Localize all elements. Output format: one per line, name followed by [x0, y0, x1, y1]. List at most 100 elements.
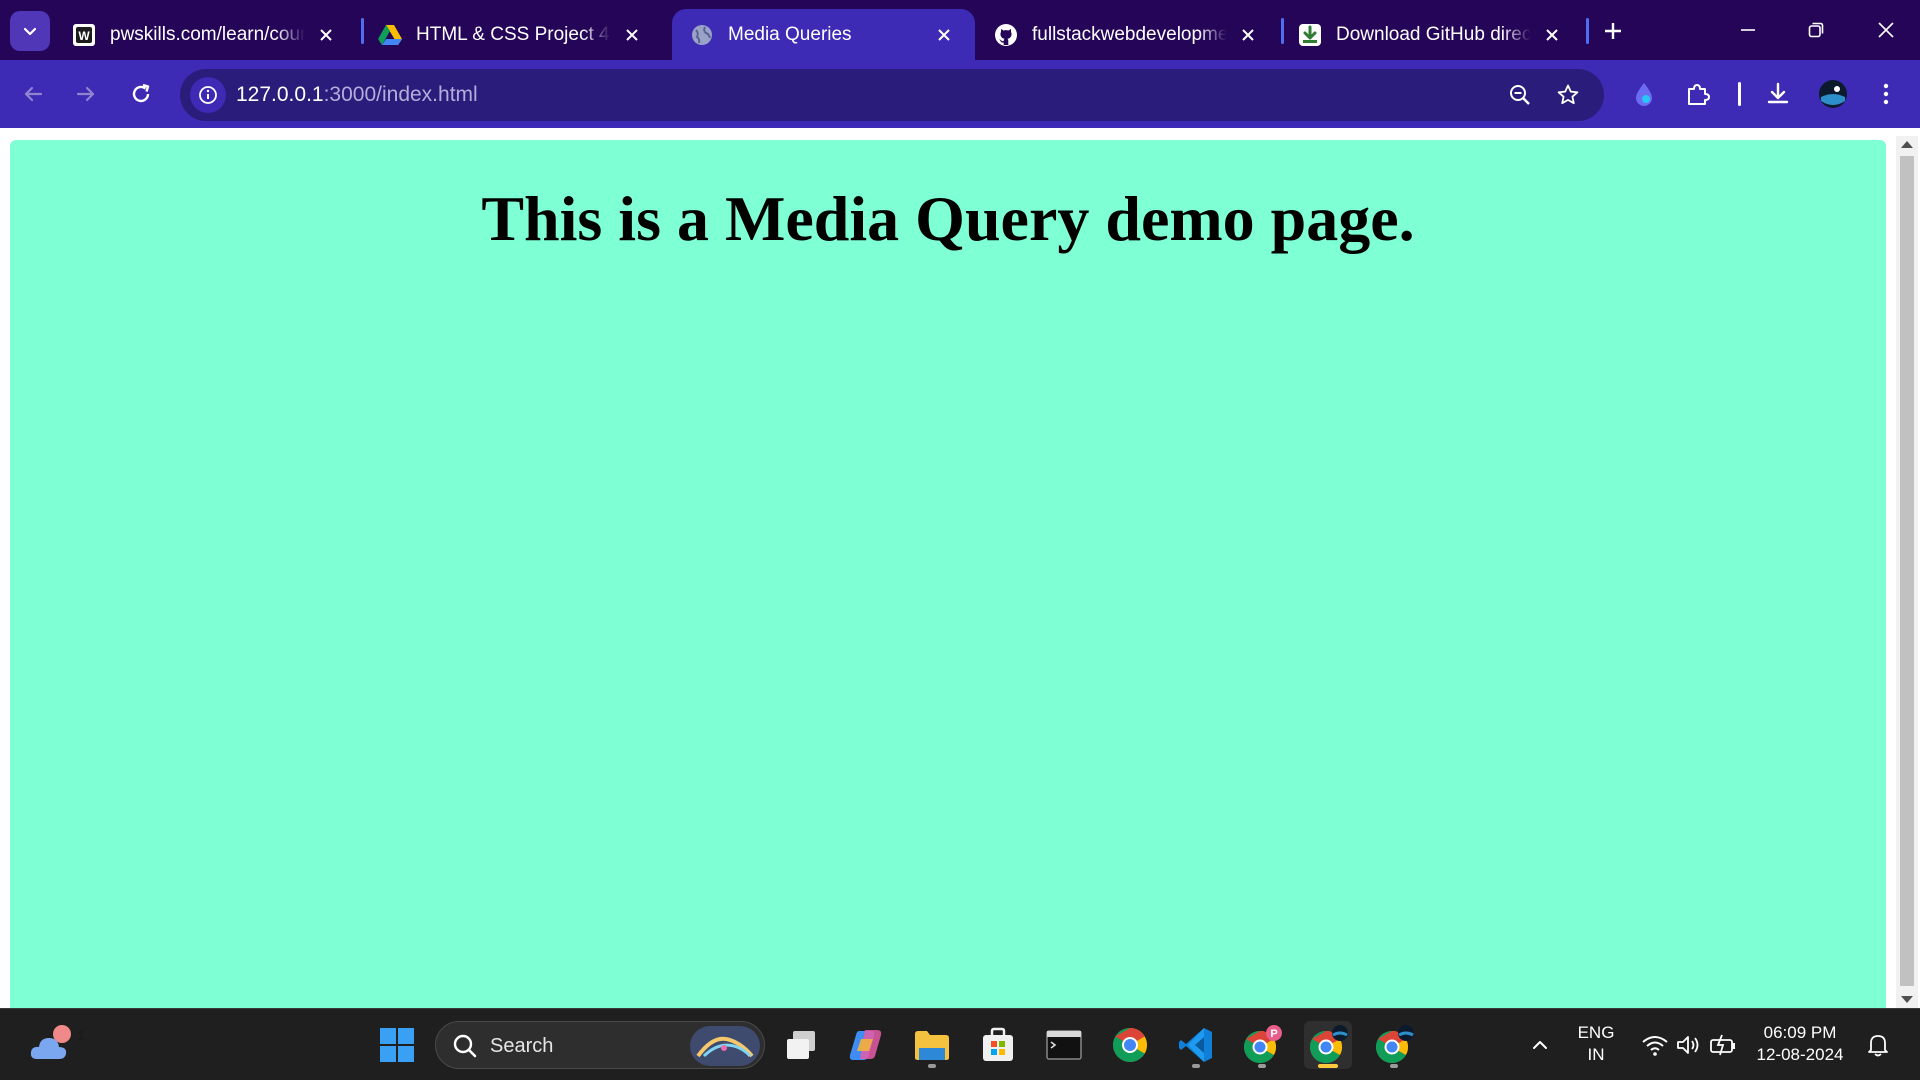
taskbar-terminal[interactable]	[1040, 1021, 1088, 1069]
taskbar: 1 Search P ENG IN 06:09 PM 12-08-2024	[0, 1008, 1920, 1080]
tab-close-icon[interactable]	[931, 22, 957, 48]
reload-button[interactable]	[121, 74, 161, 114]
taskbar-copilot[interactable]	[842, 1021, 890, 1069]
restore-icon	[1808, 22, 1824, 38]
tab-close-icon[interactable]	[1539, 22, 1565, 48]
new-tab-button[interactable]	[1596, 16, 1630, 46]
vertical-scrollbar[interactable]	[1896, 136, 1918, 1008]
tab-search-button[interactable]	[10, 11, 50, 51]
address-url[interactable]: 127.0.0.1:3000/index.html	[236, 83, 478, 107]
droplet-extension-icon	[1636, 83, 1652, 106]
close-icon	[1878, 22, 1894, 38]
tab-title: fullstackwebdevelopment	[1032, 23, 1227, 45]
download-directory-icon	[1298, 23, 1322, 47]
tab-separator	[1586, 18, 1589, 44]
tab-strip: W pwskills.com/learn/course HTML & CSS P…	[0, 0, 1920, 60]
active-indicator	[1318, 1064, 1338, 1068]
puzzle-icon	[1688, 84, 1710, 105]
scrollbar-thumb[interactable]	[1900, 156, 1914, 986]
weather-cloud-icon	[30, 1025, 71, 1059]
address-bar[interactable]: 127.0.0.1:3000/index.html	[180, 69, 1604, 121]
url-host: 127.0.0.1	[236, 83, 324, 106]
windows-logo-icon	[380, 1028, 414, 1062]
browser-menu-button[interactable]	[1868, 76, 1904, 112]
svg-text:P: P	[1270, 1028, 1277, 1040]
bookmark-button[interactable]	[1552, 79, 1584, 111]
taskbar-task-view[interactable]	[777, 1021, 825, 1069]
tab-pwskills[interactable]: W pwskills.com/learn/course	[54, 9, 357, 60]
tab-close-icon[interactable]	[619, 22, 645, 48]
quick-settings-button[interactable]	[1632, 1021, 1746, 1069]
taskbar-vscode[interactable]	[1172, 1021, 1220, 1069]
store-icon	[983, 1027, 1013, 1061]
clock-date: 12-08-2024	[1756, 1045, 1844, 1064]
taskbar-chrome-profile-2[interactable]	[1370, 1021, 1418, 1069]
tab-media-queries[interactable]: Media Queries	[672, 9, 975, 60]
taskbar-chrome[interactable]	[1106, 1021, 1154, 1069]
taskbar-chrome-profile-active[interactable]	[1304, 1021, 1352, 1069]
zoom-out-icon	[1510, 85, 1530, 105]
chevron-up-icon	[1533, 1041, 1547, 1049]
notifications-button[interactable]	[1856, 1021, 1900, 1069]
back-button[interactable]	[13, 74, 53, 114]
chrome-profile-icon: P	[1243, 1025, 1282, 1064]
tab-close-icon[interactable]	[1235, 22, 1261, 48]
close-window-button[interactable]	[1858, 10, 1914, 50]
avatar	[1819, 80, 1847, 108]
scroll-down-arrow[interactable]	[1901, 996, 1913, 1003]
tab-github-repo[interactable]: fullstackwebdevelopment	[976, 9, 1279, 60]
running-indicator	[928, 1064, 936, 1068]
arrow-right-icon	[76, 86, 95, 102]
task-view-icon	[787, 1031, 815, 1059]
battery-charging-icon	[1710, 1034, 1735, 1056]
download-icon	[1767, 82, 1789, 104]
minimize-button[interactable]	[1720, 10, 1776, 50]
taskbar-file-explorer[interactable]	[908, 1021, 956, 1069]
forward-button[interactable]	[66, 74, 106, 114]
page-heading: This is a Media Query demo page.	[481, 183, 1415, 254]
toolbar-separator	[1738, 82, 1741, 106]
profile-button[interactable]	[1815, 76, 1851, 112]
bell-icon	[1868, 1035, 1888, 1057]
chrome-profile-icon	[1309, 1025, 1348, 1064]
tab-html-css-project[interactable]: HTML & CSS Project 4.pdf	[360, 9, 663, 60]
input-language-indicator[interactable]: ENG IN	[1568, 1022, 1624, 1066]
zoom-button[interactable]	[1504, 79, 1536, 111]
clock[interactable]: 06:09 PM 12-08-2024	[1752, 1022, 1848, 1066]
start-button[interactable]	[373, 1021, 421, 1069]
github-icon	[994, 23, 1018, 47]
star-icon	[1557, 84, 1579, 105]
tab-title: Media Queries	[728, 23, 852, 45]
wifi-icon	[1642, 1036, 1668, 1056]
chevron-down-icon	[23, 27, 37, 36]
taskbar-chrome-profile-p[interactable]: P	[1238, 1021, 1286, 1069]
extensions-button[interactable]	[1680, 76, 1716, 112]
weather-widget[interactable]: 1	[24, 1021, 85, 1069]
more-vertical-icon	[1883, 83, 1889, 105]
copilot-icon	[849, 1030, 882, 1060]
extension-drop-button[interactable]	[1626, 76, 1662, 112]
tab-title: pwskills.com/learn/course	[110, 23, 305, 45]
plus-icon	[1605, 23, 1621, 39]
browser-toolbar: 127.0.0.1:3000/index.html	[0, 60, 1920, 128]
globe-icon	[690, 23, 714, 47]
scroll-up-arrow[interactable]	[1901, 141, 1913, 148]
search-icon	[453, 1034, 477, 1058]
downloads-button[interactable]	[1760, 76, 1796, 112]
restore-button[interactable]	[1788, 10, 1844, 50]
tab-title: Download GitHub directory	[1336, 23, 1531, 45]
tab-close-icon[interactable]	[313, 22, 339, 48]
taskbar-store[interactable]	[974, 1021, 1022, 1069]
terminal-icon	[1046, 1030, 1082, 1060]
weather-badge: 1	[77, 1027, 85, 1043]
tab-download-github-directory[interactable]: Download GitHub directory	[1280, 9, 1583, 60]
volume-icon	[1677, 1036, 1699, 1054]
show-hidden-icons-button[interactable]	[1515, 1021, 1565, 1069]
taskbar-search[interactable]: Search	[435, 1021, 765, 1069]
site-info-button[interactable]	[190, 77, 226, 113]
url-path: :3000/index.html	[323, 83, 478, 106]
reload-icon	[132, 83, 150, 103]
minimize-icon	[1741, 29, 1755, 31]
pwskills-icon: W	[72, 23, 96, 47]
vscode-icon	[1179, 1028, 1212, 1062]
